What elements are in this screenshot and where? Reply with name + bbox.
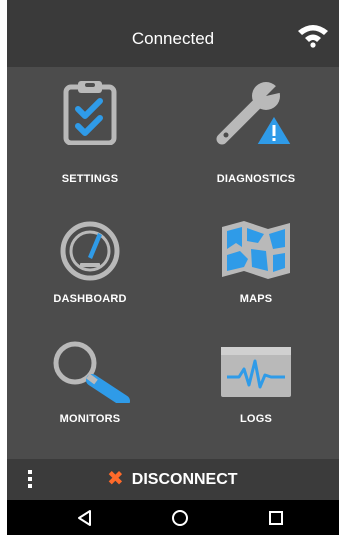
dashboard-label: DASHBOARD [53, 293, 127, 305]
status-bar: Connected [7, 0, 339, 67]
map-icon [222, 221, 290, 279]
wifi-icon [298, 25, 328, 48]
disconnect-label: DISCONNECT [131, 471, 238, 488]
menu-grid: SETTINGS DIAGNOSTICS DASHBOARD MAPS MONI… [7, 67, 339, 459]
action-bar: ✖ DISCONNECT [7, 459, 339, 500]
disconnect-button[interactable]: ✖ DISCONNECT [107, 459, 238, 500]
monitors-label: MONITORS [59, 413, 121, 425]
recents-square-icon[interactable] [266, 508, 286, 528]
app-screen: Connected SETTINGS DIAGNOSTICS DASHBOARD… [7, 0, 339, 535]
speedometer-icon [60, 221, 120, 281]
back-triangle-icon[interactable] [75, 508, 95, 528]
diagnostics-label: DIAGNOSTICS [216, 173, 296, 185]
maps-tile[interactable]: MAPS [173, 207, 339, 327]
settings-label: SETTINGS [61, 173, 119, 185]
settings-tile[interactable]: SETTINGS [7, 67, 173, 187]
close-x-icon: ✖ [107, 468, 124, 490]
system-navigation-bar [7, 500, 339, 535]
waveform-screen-icon [221, 347, 291, 397]
home-circle-icon[interactable] [170, 508, 190, 528]
wrench-warning-icon [216, 79, 294, 145]
dashboard-tile[interactable]: DASHBOARD [7, 207, 173, 327]
monitors-tile[interactable]: MONITORS [7, 329, 173, 449]
magnifier-icon [53, 341, 130, 403]
overflow-menu-icon[interactable] [25, 470, 35, 490]
logs-tile[interactable]: LOGS [173, 329, 339, 449]
connection-status: Connected [131, 29, 215, 48]
maps-label: MAPS [239, 293, 273, 305]
logs-label: LOGS [240, 413, 272, 425]
diagnostics-tile[interactable]: DIAGNOSTICS [173, 67, 339, 187]
clipboard-checklist-icon [63, 81, 117, 145]
